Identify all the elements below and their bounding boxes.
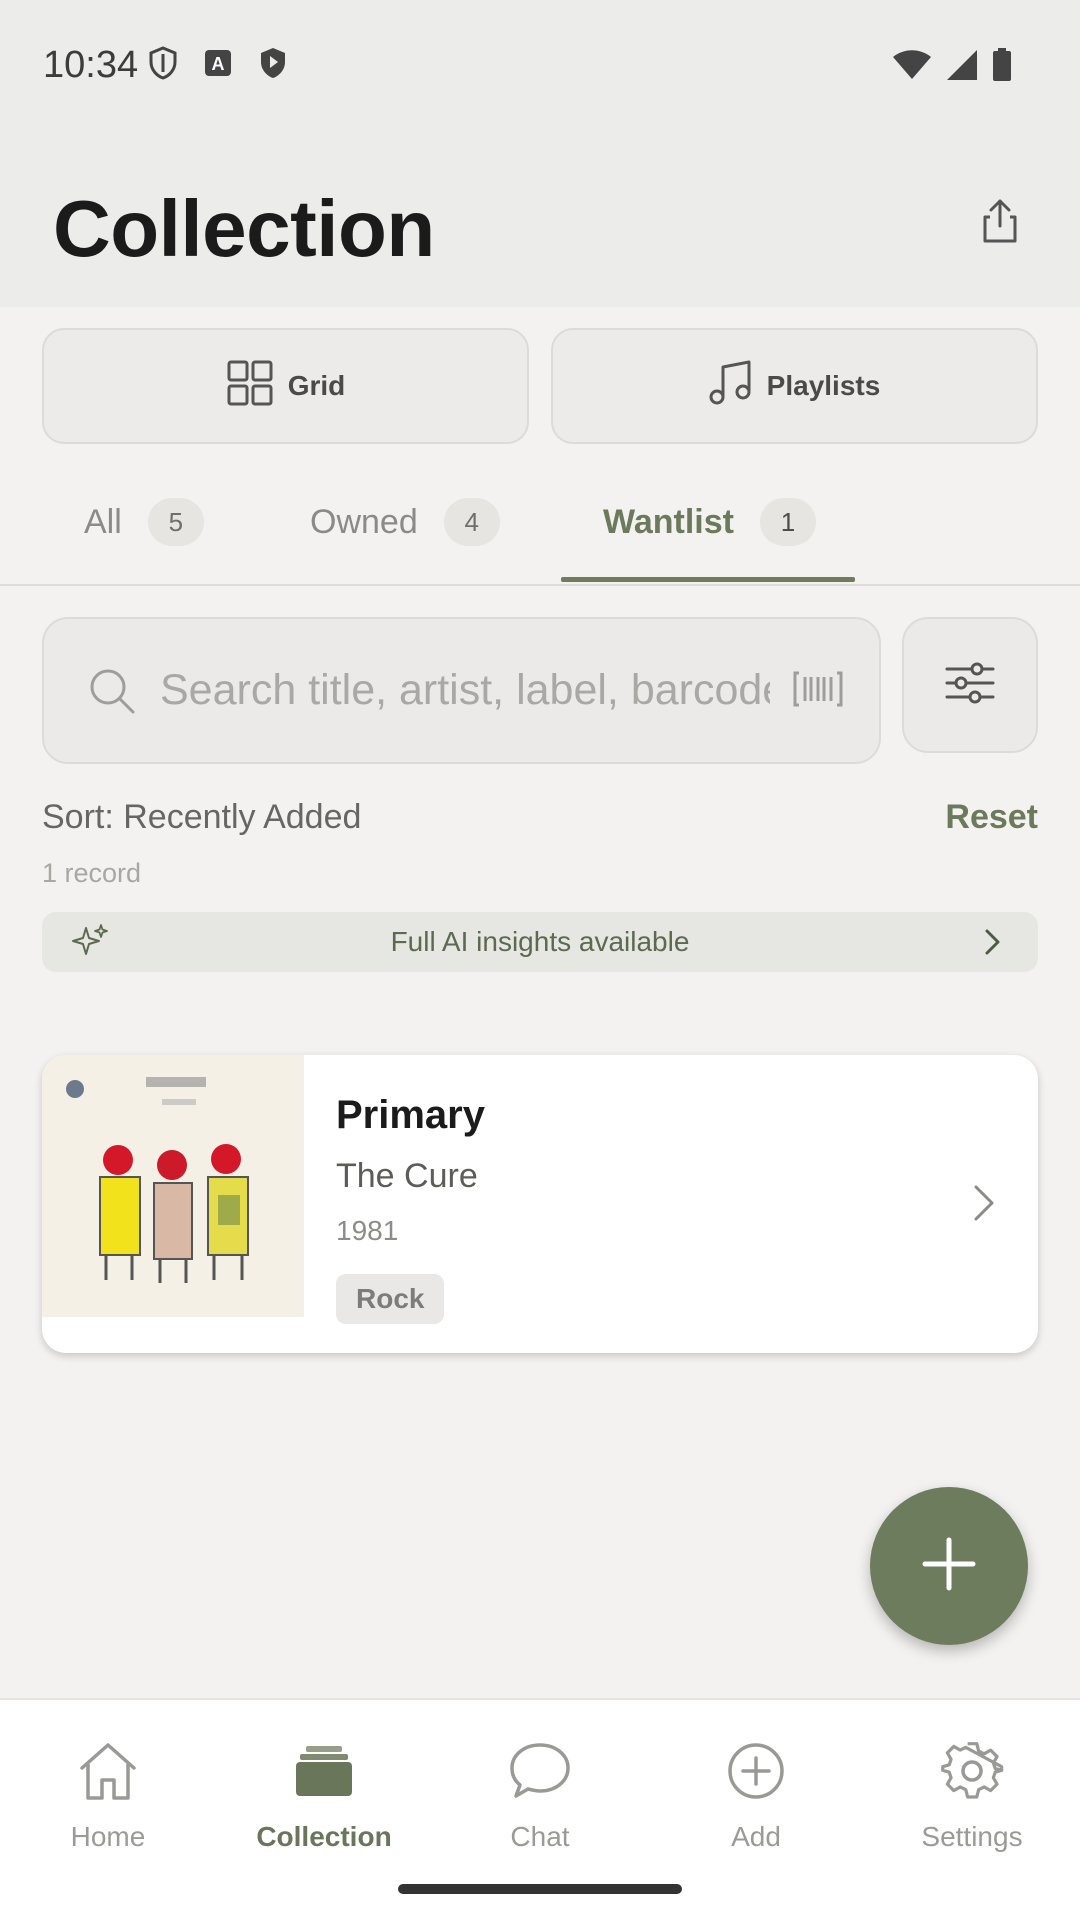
nav-collection[interactable]: Collection <box>216 1740 432 1853</box>
view-toggle: Grid Playlists <box>42 328 1038 444</box>
tab-label: Owned <box>310 502 418 541</box>
nav-label: Collection <box>256 1821 392 1852</box>
status-time: 10:34 <box>43 44 139 86</box>
record-card[interactable]: Primary The Cure 1981 Rock <box>42 1055 1038 1353</box>
home-icon <box>76 1740 140 1807</box>
tab-label: All <box>84 502 122 541</box>
playlists-label: Playlists <box>766 370 881 401</box>
active-tab-indicator <box>561 577 855 582</box>
collection-icon <box>292 1740 356 1807</box>
add-record-fab[interactable] <box>870 1487 1028 1645</box>
nav-add[interactable]: Add <box>648 1740 864 1853</box>
search-input[interactable] <box>160 619 770 762</box>
reset-button[interactable]: Reset <box>945 798 1038 837</box>
grid-icon <box>226 359 274 414</box>
svg-text:A: A <box>212 54 225 74</box>
playlists-button[interactable]: Playlists <box>551 328 1038 444</box>
chevron-right-icon <box>972 1183 996 1228</box>
filter-tabs: All 5 Owned 4 Wantlist 1 <box>0 470 1080 586</box>
page-header: Collection <box>0 135 1080 307</box>
nav-label: Home <box>70 1821 146 1852</box>
nav-label: Add <box>731 1821 781 1852</box>
record-artist: The Cure <box>336 1157 478 1195</box>
tab-wantlist[interactable]: Wantlist 1 <box>603 498 816 546</box>
nav-chat[interactable]: Chat <box>432 1740 648 1853</box>
sparkle-icon <box>70 922 110 967</box>
ai-insights-text: Full AI insights available <box>390 926 690 957</box>
shield-icon <box>148 46 178 85</box>
share-button[interactable] <box>962 185 1038 261</box>
status-bar: 10:34 A <box>0 0 1080 135</box>
record-year: 1981 <box>336 1215 399 1246</box>
wifi-icon <box>892 49 932 86</box>
chat-icon <box>508 1740 572 1807</box>
tab-count-badge: 4 <box>443 498 500 546</box>
share-icon <box>981 198 1019 249</box>
nav-settings[interactable]: Settings <box>864 1740 1080 1853</box>
genre-chip: Rock <box>336 1274 445 1324</box>
tab-count-badge: 1 <box>759 498 816 546</box>
nav-label: Settings <box>921 1821 1023 1852</box>
nav-home[interactable]: Home <box>0 1740 216 1853</box>
search-box <box>42 617 881 764</box>
battery-icon <box>992 48 1012 87</box>
tab-count-badge: 5 <box>147 498 204 546</box>
barcode-scan-icon[interactable] <box>793 669 843 714</box>
font-a-icon: A <box>204 49 232 82</box>
cell-signal-icon <box>946 49 978 86</box>
tab-all[interactable]: All 5 <box>84 498 204 546</box>
record-count: 1 record <box>42 858 142 888</box>
security-badge-icon <box>258 46 288 85</box>
gear-icon <box>940 1740 1004 1807</box>
home-indicator[interactable] <box>398 1884 682 1894</box>
plus-icon <box>921 1536 977 1597</box>
nav-label: Chat <box>510 1821 570 1852</box>
filter-button[interactable] <box>902 617 1038 753</box>
music-note-icon <box>709 359 753 414</box>
tab-owned[interactable]: Owned 4 <box>310 498 500 546</box>
chevron-right-icon <box>984 928 1002 961</box>
add-circle-icon <box>724 1740 788 1807</box>
search-icon <box>88 667 136 720</box>
sliders-icon <box>945 661 995 710</box>
page-title: Collection <box>53 184 435 273</box>
tab-label: Wantlist <box>603 502 734 541</box>
album-cover <box>42 1055 304 1317</box>
ai-insights-banner[interactable]: Full AI insights available <box>42 912 1038 972</box>
record-title: Primary <box>336 1093 485 1137</box>
grid-view-button[interactable]: Grid <box>42 328 529 444</box>
sort-label[interactable]: Sort: Recently Added <box>42 798 361 837</box>
grid-view-label: Grid <box>287 370 346 401</box>
